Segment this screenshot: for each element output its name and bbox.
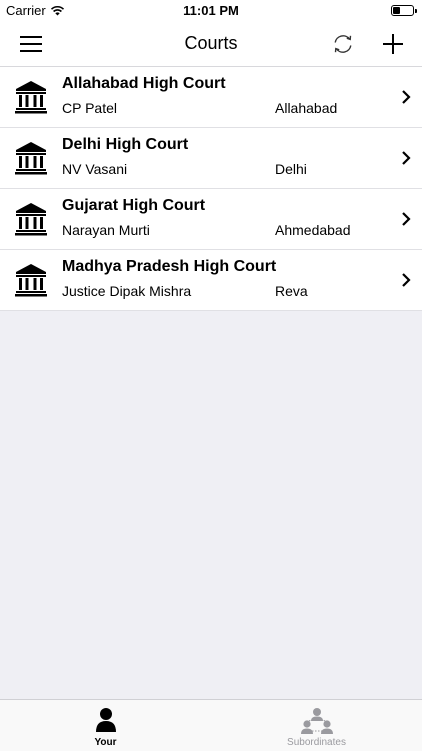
- court-row[interactable]: Madhya Pradesh High Court Justice Dipak …: [0, 250, 422, 311]
- court-name: Gujarat High Court: [62, 197, 206, 214]
- chevron-right-icon: [402, 151, 411, 165]
- tab-subordinates-label: Subordinates: [287, 737, 346, 748]
- plus-icon: [383, 34, 403, 54]
- tab-your[interactable]: Your: [0, 700, 211, 751]
- judge-name: NV Vasani: [62, 161, 128, 177]
- courthouse-icon: [15, 264, 47, 297]
- navigation-bar: Courts: [0, 22, 422, 67]
- tab-your-label: Your: [94, 737, 117, 748]
- judge-name: Justice Dipak Mishra: [62, 283, 192, 299]
- page-title: Courts: [184, 33, 238, 53]
- court-city: Allahabad: [275, 100, 338, 116]
- status-time: 11:01 PM: [183, 3, 239, 18]
- tab-bar: Your Subordinates: [0, 699, 422, 751]
- judge-name: CP Patel: [62, 100, 117, 116]
- chevron-right-icon: [402, 212, 411, 226]
- refresh-button[interactable]: [328, 29, 358, 59]
- court-row[interactable]: Allahabad High Court CP Patel Allahabad: [0, 67, 422, 128]
- courthouse-icon: [15, 203, 47, 236]
- courthouse-icon: [15, 142, 47, 175]
- person-icon: [95, 708, 116, 732]
- court-name: Delhi High Court: [62, 136, 189, 153]
- court-name: Madhya Pradesh High Court: [62, 258, 277, 275]
- add-button[interactable]: [378, 29, 408, 59]
- court-city: Delhi: [275, 161, 307, 177]
- court-city: Ahmedabad: [275, 222, 351, 238]
- battery-fill: [393, 7, 400, 14]
- chevron-right-icon: [402, 273, 411, 287]
- courts-list: Allahabad High Court CP Patel Allahabad …: [0, 67, 422, 311]
- court-row[interactable]: Delhi High Court NV Vasani Delhi: [0, 128, 422, 189]
- tab-subordinates[interactable]: Subordinates: [211, 700, 422, 751]
- court-row[interactable]: Gujarat High Court Narayan Murti Ahmedab…: [0, 189, 422, 250]
- chevron-right-icon: [402, 90, 411, 104]
- refresh-icon: [334, 35, 352, 53]
- court-city: Reva: [275, 283, 308, 299]
- group-icon: [300, 708, 333, 734]
- battery-icon: [391, 5, 417, 16]
- judge-name: Narayan Murti: [62, 222, 150, 238]
- status-bar: Carrier 11:01 PM: [0, 0, 422, 22]
- courthouse-icon: [15, 81, 47, 114]
- court-name: Allahabad High Court: [62, 75, 226, 92]
